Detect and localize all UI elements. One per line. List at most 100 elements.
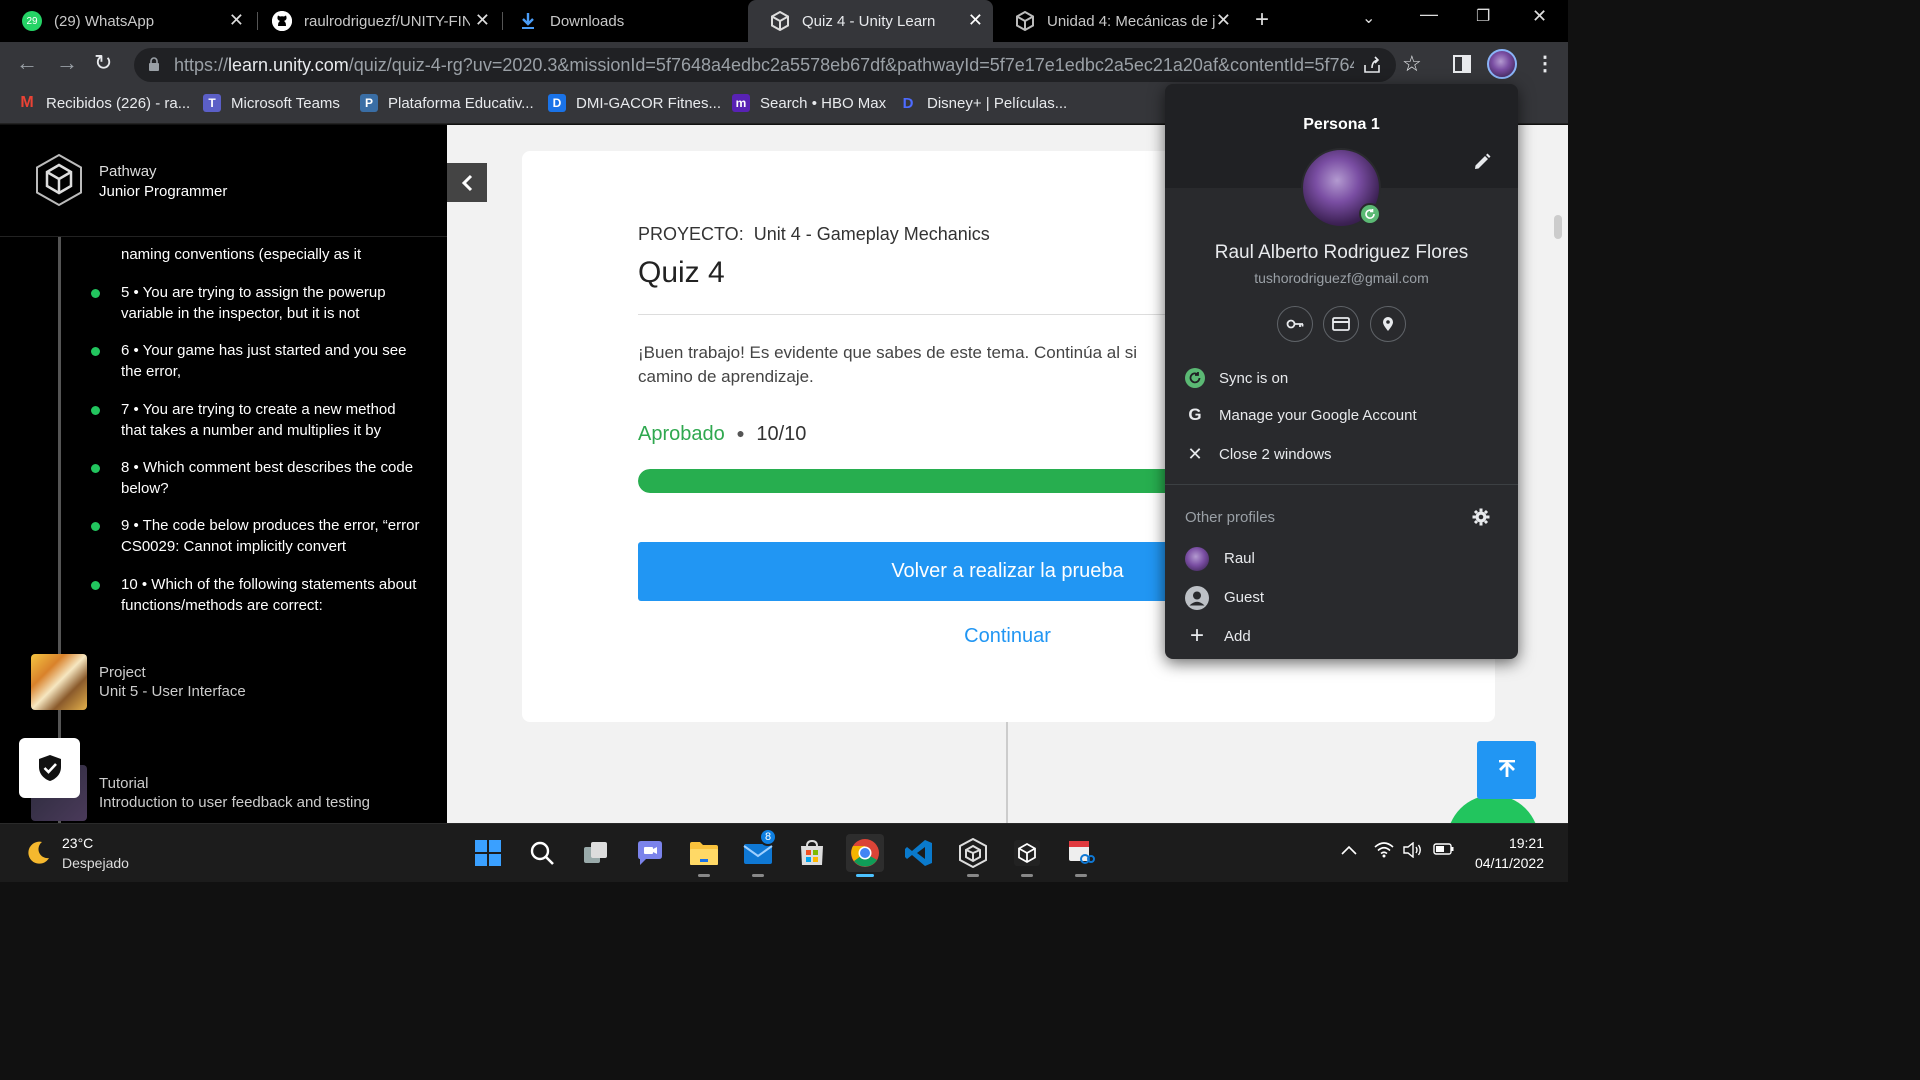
share-icon[interactable] <box>1362 56 1382 74</box>
question-item-5[interactable]: 5 • You are trying to assign the powerup… <box>121 282 421 324</box>
question-number: 8 <box>121 459 130 476</box>
chrome-button[interactable] <box>846 834 884 872</box>
question-item-partial[interactable]: naming conventions (especially as it <box>121 244 421 265</box>
chat-bubble[interactable] <box>1447 795 1539 823</box>
pathway-kind: Pathway <box>99 163 157 180</box>
manage-account-row[interactable]: G Manage your Google Account <box>1165 397 1518 433</box>
bookmark-hbomax[interactable]: m Search • HBO Max <box>732 94 886 112</box>
url-text: https://learn.unity.com/quiz/quiz-4-rg?u… <box>174 55 1354 76</box>
scrollbar-thumb[interactable] <box>1554 215 1562 239</box>
tab-title: (29) WhatsApp <box>54 12 155 30</box>
weather-temperature[interactable]: 23°C <box>62 835 93 851</box>
question-text: Which of the following statements about … <box>121 576 417 614</box>
pathway-name: Junior Programmer <box>99 183 228 200</box>
bookmark-teams[interactable]: T Microsoft Teams <box>203 94 340 112</box>
tab-whatsapp[interactable]: 29 (29) WhatsApp ✕ <box>0 0 254 42</box>
moon-icon[interactable] <box>24 839 52 867</box>
profile-persona-title: Persona 1 <box>1303 116 1380 133</box>
close-window-icon[interactable]: ✕ <box>1532 6 1547 27</box>
tray-overflow-icon[interactable] <box>1341 842 1357 860</box>
question-item-6[interactable]: 6 • Your game has just started and you s… <box>121 340 421 382</box>
question-item-8[interactable]: 8 • Which comment best describes the cod… <box>121 457 421 499</box>
vscode-button[interactable] <box>900 834 938 872</box>
teams-chat-button[interactable] <box>631 834 669 872</box>
new-tab-icon[interactable]: + <box>1255 6 1269 34</box>
edit-pencil-icon[interactable] <box>1472 152 1492 172</box>
tab-github[interactable]: raulrodriguezf/UNITY-FIN ✕ <box>250 0 500 42</box>
task-view-button[interactable] <box>577 834 615 872</box>
snipping-tool-button[interactable] <box>1062 834 1100 872</box>
side-panel-icon[interactable] <box>1453 55 1471 73</box>
divider <box>1165 484 1518 485</box>
tab-downloads[interactable]: Downloads <box>496 0 746 42</box>
scroll-to-top-button[interactable] <box>1477 741 1536 799</box>
privacy-shield-button[interactable] <box>19 738 80 798</box>
unity-editor-button[interactable] <box>1008 834 1046 872</box>
sync-status-row[interactable]: Sync is on <box>1165 360 1518 396</box>
tab-title: raulrodriguezf/UNITY-FIN <box>304 12 470 30</box>
browser-toolbar: ← → ↻ https://learn.unity.com/quiz/quiz-… <box>0 42 1568 86</box>
bookmark-label: DMI-GACOR Fitnes... <box>576 94 722 112</box>
addresses-button[interactable] <box>1370 306 1406 342</box>
volume-icon[interactable] <box>1403 841 1423 863</box>
question-number: 7 <box>121 401 130 418</box>
mail-button[interactable]: 8 <box>739 828 777 872</box>
bookmark-disney[interactable]: D Disney+ | Películas... <box>899 94 1068 112</box>
gear-icon[interactable] <box>1472 508 1490 526</box>
disney-icon: D <box>902 94 914 112</box>
payment-methods-button[interactable] <box>1323 306 1359 342</box>
project-name[interactable]: Unit 5 - User Interface <box>99 683 246 700</box>
close-tab-icon[interactable]: ✕ <box>968 10 983 31</box>
passwords-button[interactable] <box>1277 306 1313 342</box>
close-tab-icon[interactable]: ✕ <box>1216 10 1231 31</box>
unity-hub-button[interactable] <box>954 834 992 872</box>
profile-item-raul[interactable]: Raul <box>1165 541 1518 577</box>
bookmark-dmi[interactable]: D DMI-GACOR Fitnes... <box>548 94 721 112</box>
menu-icon[interactable]: ⋮ <box>1535 51 1555 76</box>
forward-icon[interactable]: → <box>56 50 78 76</box>
key-icon <box>1286 319 1304 329</box>
profile-name: Guest <box>1224 589 1265 606</box>
bookmark-plataforma[interactable]: P Plataforma Educativ... <box>360 94 534 112</box>
question-item-9[interactable]: 9 • The code below produces the error, “… <box>121 515 421 557</box>
back-icon[interactable]: ← <box>16 50 38 76</box>
tutorial-name[interactable]: Introduction to user feedback and testin… <box>99 794 370 811</box>
tab-unity-quiz[interactable]: Quiz 4 - Unity Learn ✕ <box>748 0 993 42</box>
github-icon <box>272 11 292 31</box>
close-tab-icon[interactable]: ✕ <box>229 10 244 31</box>
minimize-icon[interactable]: — <box>1420 4 1438 25</box>
tab-unity-unit4[interactable]: Unidad 4: Mecánicas de ju ✕ <box>993 0 1241 42</box>
battery-icon[interactable] <box>1433 842 1455 861</box>
tab-title: Quiz 4 - Unity Learn <box>802 12 936 30</box>
reload-icon[interactable]: ↻ <box>94 50 112 76</box>
tab-search-icon[interactable]: ⌄ <box>1362 8 1375 28</box>
collapse-sidebar-button[interactable] <box>447 163 487 202</box>
clock-time[interactable]: 19:21 <box>1480 835 1544 851</box>
hbomax-icon: m <box>732 94 750 112</box>
wifi-icon[interactable] <box>1374 842 1394 863</box>
address-bar[interactable]: https://learn.unity.com/quiz/quiz-4-rg?u… <box>134 48 1422 82</box>
bookmark-star-icon[interactable]: ☆ <box>1402 51 1422 77</box>
close-windows-row[interactable]: ✕ Close 2 windows <box>1165 436 1518 472</box>
question-item-10[interactable]: 10 • Which of the following statements a… <box>121 574 421 616</box>
close-tab-icon[interactable]: ✕ <box>475 10 490 31</box>
add-profile-item[interactable]: + Add <box>1165 619 1518 655</box>
taskbar-search-button[interactable] <box>523 834 561 872</box>
bookmark-gmail[interactable]: M Recibidos (226) - ra... <box>18 94 190 112</box>
url-path: /quiz/quiz-4-rg?uv=2020.3&missionId=5f76… <box>348 55 1354 75</box>
profile-item-guest[interactable]: Guest <box>1165 580 1518 616</box>
store-button[interactable] <box>793 834 831 872</box>
score: 10/10 <box>756 423 807 445</box>
restore-icon[interactable]: ❐ <box>1476 6 1490 26</box>
project-thumbnail[interactable] <box>31 654 87 710</box>
weather-description[interactable]: Despejado <box>62 855 129 871</box>
arrow-up-icon <box>1498 760 1515 777</box>
file-explorer-button[interactable] <box>685 834 723 872</box>
clock-date[interactable]: 04/11/2022 <box>1464 855 1544 871</box>
profile-avatar-button[interactable] <box>1487 49 1517 79</box>
download-icon <box>518 11 538 31</box>
add-profile-label: Add <box>1224 628 1251 645</box>
pathway-header[interactable]: Pathway Junior Programmer <box>0 125 447 237</box>
question-item-7[interactable]: 7 • You are trying to create a new metho… <box>121 399 421 441</box>
start-button[interactable] <box>469 834 507 872</box>
